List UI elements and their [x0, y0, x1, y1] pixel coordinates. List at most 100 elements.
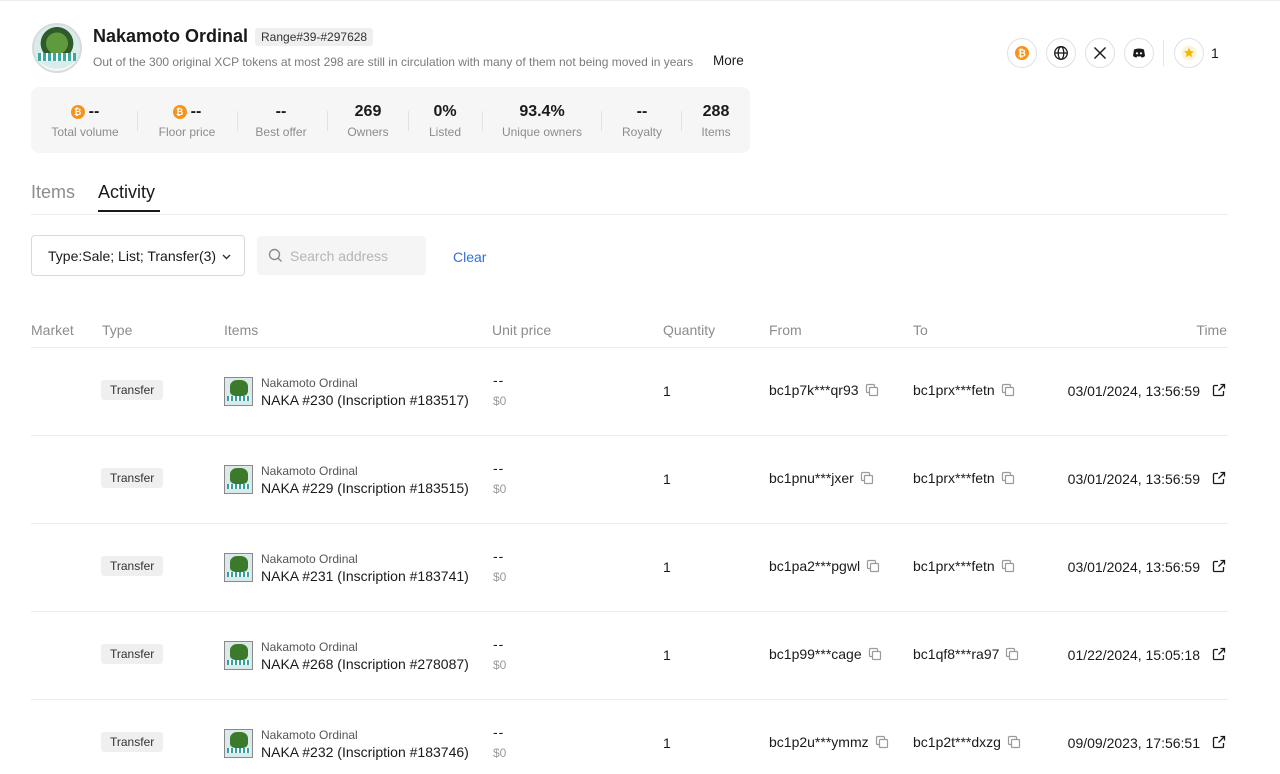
bitcoin-icon: ₿ [172, 105, 187, 119]
tab-activity[interactable]: Activity [98, 182, 155, 203]
search-address-box[interactable] [257, 236, 426, 275]
search-address-input[interactable] [290, 236, 420, 275]
header-divider [1163, 40, 1164, 66]
unit-price-usd: $0 [493, 746, 507, 760]
collection-title: Nakamoto Ordinal [93, 26, 249, 46]
discord-link-button[interactable] [1124, 38, 1154, 68]
external-link-icon[interactable] [1212, 383, 1226, 397]
item-name-link[interactable]: NAKA #229 (Inscription #183515) [261, 480, 469, 496]
unit-price-usd: $0 [493, 658, 507, 672]
external-link-icon[interactable] [1212, 559, 1226, 573]
item-name-link[interactable]: NAKA #232 (Inscription #183746) [261, 744, 469, 760]
stats-panel: ₿ -- Total volume ₿ -- Floor price -- Best… [31, 87, 750, 153]
favorite-count: 1 [1211, 45, 1219, 61]
external-link-icon[interactable] [1212, 735, 1226, 749]
type-badge: Transfer [101, 732, 164, 752]
activity-time: 01/22/2024, 15:05:18 [1067, 647, 1200, 663]
to-address: bc1prx***fetn [913, 382, 1015, 398]
stat-floor-price: ₿ -- Floor price [158, 103, 216, 139]
column-header-type: Type [102, 322, 133, 338]
from-address: bc1p99***cage [769, 646, 882, 662]
item-thumbnail[interactable] [224, 553, 253, 582]
copy-icon[interactable] [1001, 383, 1015, 397]
item-collection-name: Nakamoto Ordinal [261, 640, 358, 654]
collection-avatar [32, 23, 82, 73]
from-address-link[interactable]: bc1pnu***jxer [769, 470, 854, 486]
to-address-link[interactable]: bc1prx***fetn [913, 382, 995, 398]
to-address-link[interactable]: bc1qf8***ra97 [913, 646, 999, 662]
item-collection-name: Nakamoto Ordinal [261, 376, 358, 390]
from-address-link[interactable]: bc1p99***cage [769, 646, 862, 662]
from-address-link[interactable]: bc1p2u***ymmz [769, 734, 869, 750]
copy-icon[interactable] [875, 735, 889, 749]
column-header-to: To [913, 322, 928, 338]
item-name-link[interactable]: NAKA #230 (Inscription #183517) [261, 392, 469, 408]
discord-icon [1133, 48, 1145, 58]
tab-items[interactable]: Items [31, 182, 75, 203]
item-thumbnail[interactable] [224, 465, 253, 494]
external-link-icon[interactable] [1212, 471, 1226, 485]
svg-text:₿: ₿ [1018, 48, 1026, 60]
copy-icon[interactable] [1005, 647, 1019, 661]
item-collection-name: Nakamoto Ordinal [261, 728, 358, 742]
to-address-link[interactable]: bc1prx***fetn [913, 470, 995, 486]
unit-price: -- [493, 548, 505, 564]
type-filter-value: Type:Sale; List; Transfer(3) [48, 247, 217, 264]
stat-listed: 0% Listed [428, 103, 462, 139]
chevron-down-icon [222, 254, 231, 260]
unit-price-usd: $0 [493, 570, 507, 584]
table-row: Transfer Nakamoto Ordinal NAKA #230 (Ins… [31, 347, 1228, 435]
website-link-button[interactable] [1046, 38, 1076, 68]
item-thumbnail[interactable] [224, 729, 253, 758]
bitcoin-link-button[interactable]: ₿ [1007, 38, 1037, 68]
more-button[interactable]: More [713, 53, 744, 68]
range-badge: Range#39-#297628 [255, 28, 374, 46]
table-row: Transfer Nakamoto Ordinal NAKA #229 (Ins… [31, 435, 1228, 523]
stat-total-volume: ₿ -- Total volume [51, 103, 119, 139]
to-address-link[interactable]: bc1prx***fetn [913, 558, 995, 574]
quantity: 1 [663, 383, 671, 399]
x-link-button[interactable] [1085, 38, 1115, 68]
copy-icon[interactable] [865, 383, 879, 397]
search-icon [268, 248, 282, 262]
activity-time: 03/01/2024, 13:56:59 [1067, 383, 1200, 399]
stat-unique-owners: 93.4% Unique owners [501, 103, 583, 139]
bitcoin-icon: ₿ [70, 105, 85, 119]
type-filter-dropdown[interactable]: Type:Sale; List; Transfer(3) [31, 235, 245, 276]
to-address: bc1prx***fetn [913, 470, 1015, 486]
external-link-icon[interactable] [1212, 647, 1226, 661]
favorite-button[interactable] [1174, 38, 1204, 68]
item-name-link[interactable]: NAKA #231 (Inscription #183741) [261, 568, 469, 584]
copy-icon[interactable] [1001, 559, 1015, 573]
type-badge: Transfer [101, 468, 164, 488]
item-collection-name: Nakamoto Ordinal [261, 464, 358, 478]
stat-best-offer: -- Best offer [255, 103, 307, 139]
to-address-link[interactable]: bc1p2t***dxzg [913, 734, 1001, 750]
copy-icon[interactable] [860, 471, 874, 485]
item-thumbnail[interactable] [224, 377, 253, 406]
table-row: Transfer Nakamoto Ordinal NAKA #268 (Ins… [31, 611, 1228, 699]
x-icon [1094, 47, 1106, 59]
item-thumbnail[interactable] [224, 641, 253, 670]
tabs-divider [31, 214, 1228, 215]
unit-price-usd: $0 [493, 482, 507, 496]
copy-icon[interactable] [1001, 471, 1015, 485]
from-address-link[interactable]: bc1p7k***qr93 [769, 382, 859, 398]
copy-icon[interactable] [1007, 735, 1021, 749]
to-address: bc1prx***fetn [913, 558, 1015, 574]
to-address: bc1p2t***dxzg [913, 734, 1021, 750]
type-badge: Transfer [101, 556, 164, 576]
stat-royalty: -- Royalty [621, 103, 662, 139]
copy-icon[interactable] [868, 647, 882, 661]
copy-icon[interactable] [866, 559, 880, 573]
collection-description: Out of the 300 original XCP tokens at mo… [93, 55, 694, 69]
from-address-link[interactable]: bc1pa2***pgwl [769, 558, 860, 574]
item-name-link[interactable]: NAKA #268 (Inscription #278087) [261, 656, 469, 672]
unit-price-usd: $0 [493, 394, 507, 408]
type-badge: Transfer [101, 380, 164, 400]
item-collection-name: Nakamoto Ordinal [261, 552, 358, 566]
column-header-quantity: Quantity [663, 322, 716, 338]
to-address: bc1qf8***ra97 [913, 646, 1019, 662]
quantity: 1 [663, 471, 671, 487]
clear-filters-button[interactable]: Clear [453, 249, 486, 265]
